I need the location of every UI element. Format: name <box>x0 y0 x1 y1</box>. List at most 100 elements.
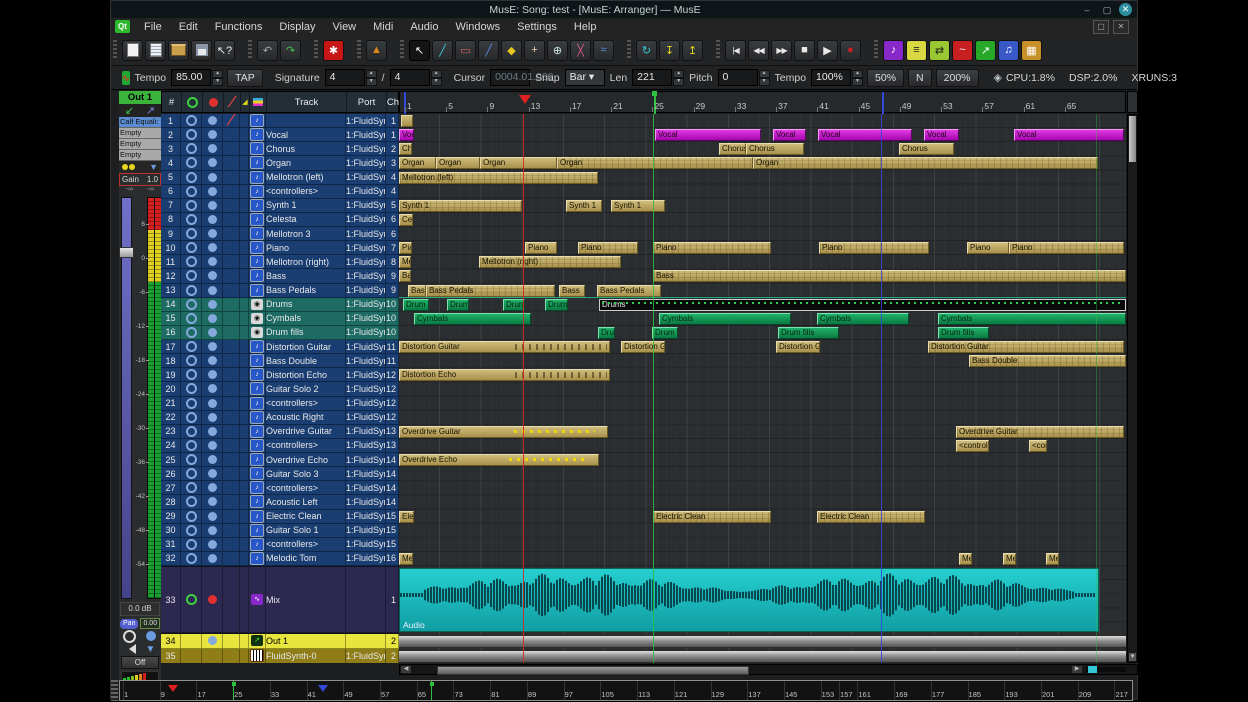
track-channel[interactable]: 11 <box>386 354 399 367</box>
pan-row[interactable]: Pan 0.00 <box>119 618 161 629</box>
track-port[interactable]: 1:FluidSyr <box>346 425 386 438</box>
solo-toggle[interactable] <box>223 397 240 410</box>
track-name[interactable]: Distortion Guitar <box>266 340 346 353</box>
menu-settings[interactable]: Settings <box>517 21 557 33</box>
solo-toggle[interactable] <box>223 185 240 198</box>
mute-toggle[interactable] <box>202 567 223 632</box>
solo-toggle[interactable] <box>223 634 240 648</box>
part-overdrive-guitar[interactable]: Overdrive Guitar <box>399 426 608 438</box>
track-name[interactable]: Synth 1 <box>266 199 346 212</box>
track-port[interactable]: 1:FluidSyr <box>346 185 386 198</box>
menu-file[interactable]: File <box>144 21 162 33</box>
solo-toggle[interactable] <box>223 128 240 141</box>
record-arm-toggle[interactable] <box>181 156 202 169</box>
track-name[interactable]: <controllers> <box>266 481 346 494</box>
mute-toggle[interactable] <box>202 538 223 551</box>
track-port[interactable]: 1:FluidSyr <box>346 495 386 508</box>
track-port[interactable]: 1:FluidSyr <box>346 481 386 494</box>
timelock-cell[interactable] <box>240 340 249 353</box>
tempo-200-button[interactable]: 200% <box>936 69 979 87</box>
record-mode-icon[interactable]: ✱ <box>323 40 344 61</box>
track-name[interactable]: Acoustic Left <box>266 495 346 508</box>
pan-tool-icon[interactable]: + <box>524 40 545 61</box>
track-row-13[interactable]: 13♪Bass Pedals1:FluidSyr9 <box>161 284 399 298</box>
record-arm-toggle[interactable] <box>181 340 202 353</box>
record-arm-toggle[interactable] <box>181 312 202 325</box>
solo-toggle[interactable] <box>223 213 240 226</box>
solo-toggle[interactable] <box>223 552 240 565</box>
forward-icon[interactable]: ▶▶ <box>771 40 792 61</box>
line-tool-icon[interactable]: ╱ <box>478 40 499 61</box>
part-vocal[interactable]: Vocal <box>1014 129 1124 141</box>
timelock-cell[interactable] <box>240 411 249 424</box>
solo-toggle[interactable] <box>223 326 240 339</box>
mute-toggle[interactable] <box>202 255 223 268</box>
part-overdrive-echo[interactable]: Overdrive Echo <box>399 454 599 466</box>
part-distortion-guitar[interactable]: Distortion Guitar <box>399 341 610 353</box>
part-celesta[interactable]: Celesta <box>399 214 413 226</box>
record-arm-toggle[interactable] <box>181 510 202 523</box>
track-channel[interactable]: 1 <box>386 128 399 141</box>
bypass-icon[interactable] <box>122 163 136 172</box>
record-arm-toggle[interactable] <box>181 185 202 198</box>
track-port[interactable]: 1:FluidSyr <box>346 538 386 551</box>
eraser-tool-icon[interactable]: ▭ <box>455 40 476 61</box>
synth-track-lane[interactable] <box>399 650 1126 663</box>
track-name[interactable]: <controllers> <box>266 397 346 410</box>
part-drums[interactable]: Drums <box>599 299 1126 311</box>
global-tempo-spinner[interactable]: ▲▼ <box>852 70 863 86</box>
part-chorus[interactable]: Chorus <box>399 143 412 155</box>
mute-toggle[interactable] <box>202 298 223 311</box>
vertical-scrollbar[interactable]: ▼ <box>1127 114 1138 663</box>
track-channel[interactable]: 4 <box>386 185 399 198</box>
pointer-tool-icon[interactable]: ↖ <box>409 40 430 61</box>
part-drum-fills[interactable]: Drum fills <box>598 327 615 339</box>
route-down-icon[interactable]: ▼ <box>149 162 158 172</box>
arranger-ruler[interactable]: 1591317212529333741454953576165 <box>399 91 1126 113</box>
wave-editor-icon[interactable]: ~ <box>952 40 973 61</box>
hscroll-left-arrow-icon[interactable]: ◀ <box>401 666 411 673</box>
timelock-cell[interactable] <box>240 241 249 254</box>
track-port[interactable]: 1:FluidSyr <box>346 213 386 226</box>
track-channel[interactable]: 7 <box>386 241 399 254</box>
undo-icon[interactable]: ↶ <box>257 40 278 61</box>
tempo-normal-button[interactable]: N <box>908 69 932 87</box>
track-port[interactable]: 1:FluidSyr <box>346 227 386 240</box>
solo-toggle[interactable] <box>223 269 240 282</box>
track-channel[interactable]: 2 <box>386 634 399 648</box>
track-row-10[interactable]: 10♪Piano1:FluidSyr7 <box>161 241 399 255</box>
record-arm-toggle[interactable] <box>181 128 202 141</box>
record-icon[interactable]: ● <box>840 40 861 61</box>
track-port[interactable]: 1:FluidSyr <box>346 171 386 184</box>
zoom-tool-icon[interactable]: ⊕ <box>547 40 568 61</box>
arranger-canvas[interactable]: Audio VocalVocalVocalVocalVocalVocalChor… <box>399 114 1126 663</box>
loop-icon[interactable]: ↻ <box>636 40 657 61</box>
automation-tool-icon[interactable]: ≈ <box>593 40 614 61</box>
mute-toggle[interactable] <box>202 495 223 508</box>
track-name[interactable]: Bass Pedals <box>266 284 346 297</box>
track-row-24[interactable]: 24♪<controllers>1:FluidSyr13 <box>161 439 399 453</box>
part--controllers-[interactable]: <controllers> <box>1029 440 1047 452</box>
whats-this-icon[interactable]: ↖? <box>214 40 235 61</box>
part-piano[interactable]: Piano <box>819 242 929 254</box>
toolbar-grip[interactable] <box>874 40 878 60</box>
mdi-restore-icon[interactable]: ▢ <box>1093 20 1109 34</box>
part-organ[interactable]: Organ <box>480 157 557 169</box>
track-channel[interactable]: 12 <box>386 397 399 410</box>
chevron-down-icon[interactable]: ▼ <box>146 644 156 655</box>
part-organ[interactable]: Organ <box>557 157 753 169</box>
track-port[interactable]: 1:FluidSyr <box>346 552 386 565</box>
track-name[interactable]: Vocal <box>266 128 346 141</box>
record-arm-toggle[interactable] <box>181 439 202 452</box>
part-electric-clean[interactable]: Electric Clean <box>399 511 414 523</box>
mute-toggle[interactable] <box>202 481 223 494</box>
part-synth-1[interactable]: Synth 1 <box>566 200 602 212</box>
part-chorus[interactable]: Chorus <box>899 143 954 155</box>
gain-row[interactable]: Gain 1.0 <box>119 173 161 186</box>
timelock-cell[interactable] <box>240 567 249 632</box>
track-port[interactable]: 1:FluidSyr <box>346 649 386 663</box>
mute-toggle[interactable] <box>202 634 223 648</box>
track-name[interactable]: Electric Clean <box>266 510 346 523</box>
score-editor-icon[interactable]: ♪ <box>883 40 904 61</box>
track-name[interactable]: Mellotron (left) <box>266 171 346 184</box>
